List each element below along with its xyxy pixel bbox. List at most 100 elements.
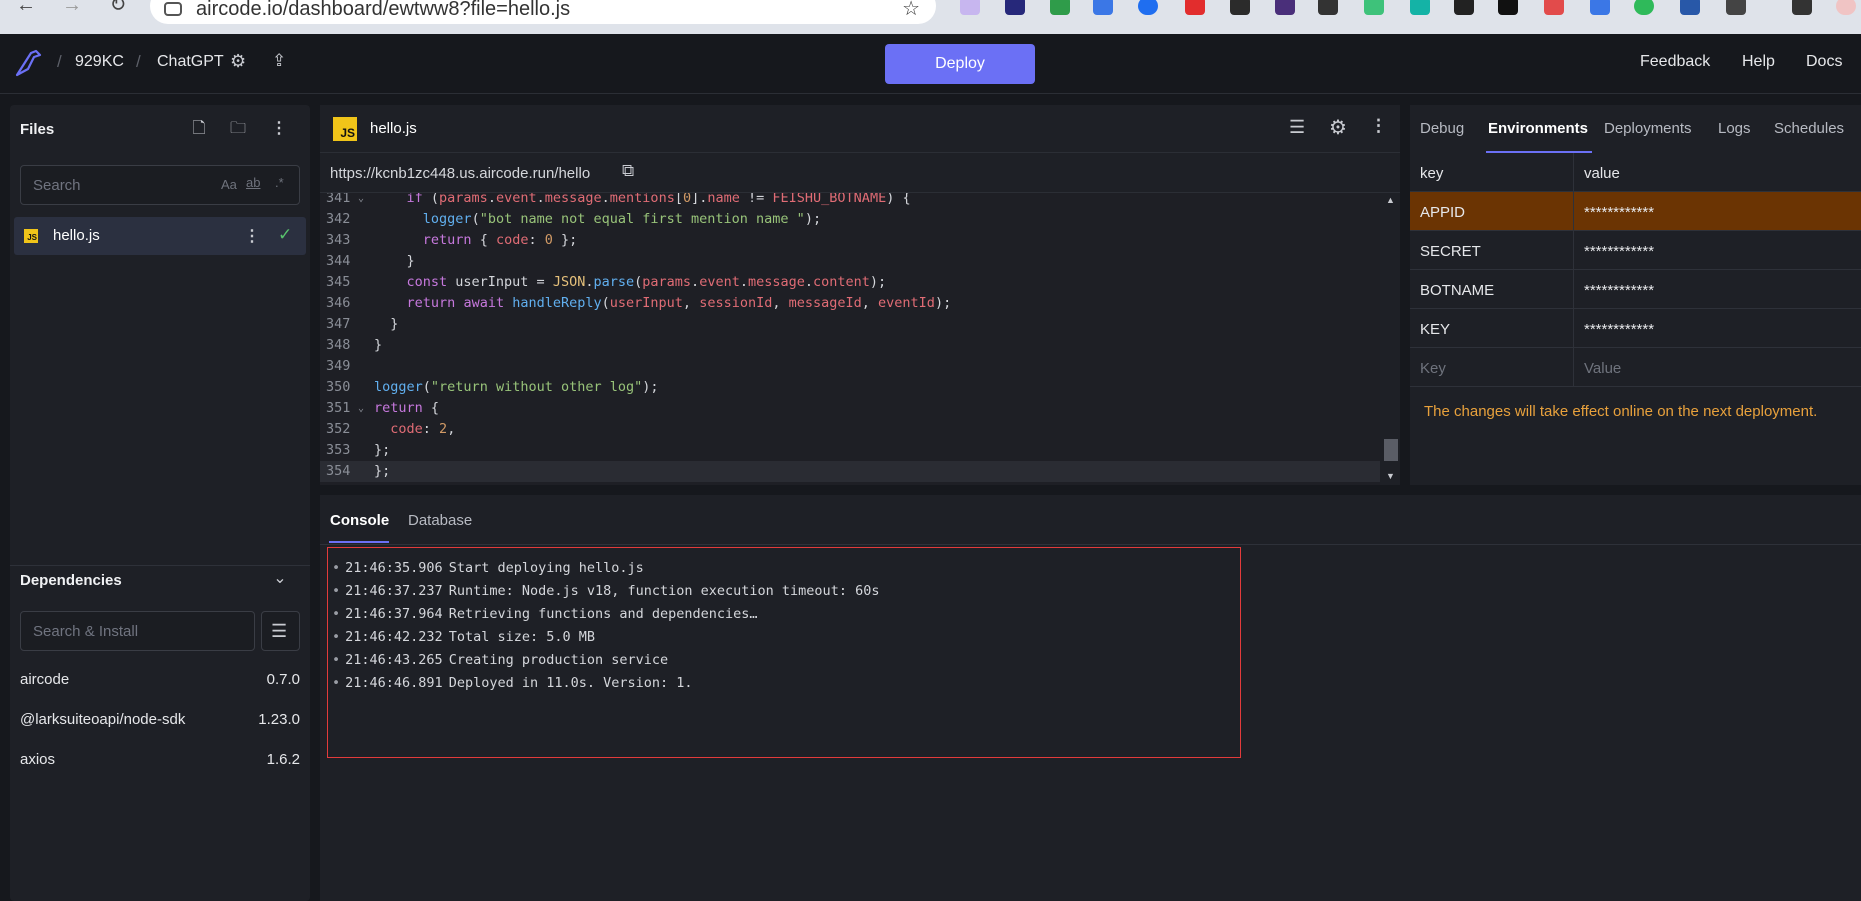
table-row[interactable]: BOTNAME ************ <box>1410 270 1861 309</box>
extension-globe-icon[interactable] <box>1050 0 1070 15</box>
editor-more-icon[interactable]: ⋮ <box>1370 116 1387 136</box>
new-value-input[interactable]: Value <box>1584 360 1621 377</box>
tab-environments[interactable]: Environments <box>1488 120 1588 137</box>
tab-schedules[interactable]: Schedules <box>1774 120 1844 137</box>
package-list-button[interactable]: ☰ <box>261 611 300 651</box>
code-line[interactable]: 351 ⌄ return { <box>320 398 1380 419</box>
extension-vue-icon[interactable] <box>1364 0 1384 15</box>
env-value[interactable]: ************ <box>1584 243 1654 260</box>
extension-glasses-icon[interactable] <box>1318 0 1338 15</box>
collapse-chevron-down-icon[interactable]: ⌄ <box>268 567 292 591</box>
extension-check-icon[interactable] <box>1634 0 1654 15</box>
extension-face-icon[interactable] <box>1005 0 1025 15</box>
tab-debug[interactable]: Debug <box>1420 120 1464 137</box>
file-item-hello-js[interactable]: JS hello.js ⋮ ✓ <box>14 217 306 255</box>
extension-translate-icon[interactable] <box>1093 0 1113 15</box>
code-line[interactable]: 345 const userInput = JSON.parse(params.… <box>320 272 1380 293</box>
extension-notion-icon[interactable] <box>1498 0 1518 15</box>
file-more-icon[interactable]: ⋮ <box>244 226 260 246</box>
tab-logs[interactable]: Logs <box>1718 120 1751 137</box>
editor-settings-gear-icon[interactable]: ⚙ <box>1329 115 1347 140</box>
forward-arrow-icon[interactable]: → <box>60 0 84 18</box>
tab-deployments[interactable]: Deployments <box>1604 120 1692 137</box>
code-line[interactable]: 347 } <box>320 314 1380 335</box>
code-line[interactable]: 354}; <box>320 461 1380 482</box>
code-line[interactable]: 350 logger("return without other log"); <box>320 377 1380 398</box>
scroll-thumb[interactable] <box>1384 439 1398 461</box>
code-line[interactable]: 346 return await handleReply(userInput, … <box>320 293 1380 314</box>
dependency-item[interactable]: axios 1.6.2 <box>20 751 300 768</box>
profile-avatar-icon[interactable] <box>1836 0 1856 15</box>
code-line[interactable]: 352 code: 2, <box>320 419 1380 440</box>
new-key-input[interactable]: Key <box>1420 360 1446 377</box>
env-key[interactable]: APPID <box>1420 204 1465 221</box>
more-options-icon[interactable]: ⋮ <box>267 117 291 141</box>
project-name[interactable]: ChatGPT <box>157 53 224 71</box>
env-value[interactable]: ************ <box>1584 282 1654 299</box>
dependency-search-input[interactable] <box>21 612 254 650</box>
tab-console[interactable]: Console <box>330 512 389 529</box>
code-line[interactable]: 348} <box>320 335 1380 356</box>
format-code-icon[interactable]: ☰ <box>1289 117 1305 138</box>
back-arrow-icon[interactable]: ← <box>14 0 38 18</box>
feedback-link[interactable]: Feedback <box>1640 53 1710 71</box>
endpoint-url[interactable]: https://kcnb1zc448.us.aircode.run/hello <box>330 165 590 182</box>
new-file-icon[interactable]: 🗋 <box>187 117 211 141</box>
extension-shield-icon[interactable] <box>1185 0 1205 15</box>
match-case-toggle[interactable]: Aa <box>221 177 237 192</box>
file-search-box[interactable]: Aa ab .* <box>20 165 300 205</box>
extension-reader-icon[interactable] <box>960 0 980 15</box>
env-value[interactable]: ************ <box>1584 204 1654 221</box>
dependency-item[interactable]: aircode 0.7.0 <box>20 671 300 688</box>
bookmark-star-icon[interactable]: ☆ <box>902 0 920 21</box>
extension-terminal-icon[interactable] <box>1230 0 1250 15</box>
code-line[interactable]: 344 } <box>320 251 1380 272</box>
aircode-logo-icon[interactable] <box>14 47 46 79</box>
env-key[interactable]: SECRET <box>1420 243 1481 260</box>
regex-toggle[interactable]: .* <box>275 175 284 190</box>
scroll-up-arrow-icon[interactable]: ▲ <box>1386 195 1395 205</box>
site-settings-icon[interactable] <box>164 2 182 16</box>
table-row[interactable]: APPID ************ <box>1410 192 1861 231</box>
new-folder-icon[interactable]: 🗀 <box>226 117 250 141</box>
dependency-item[interactable]: @larksuiteoapi/node-sdk 1.23.0 <box>20 711 300 728</box>
extension-n-icon[interactable] <box>1680 0 1700 15</box>
code-text: code: 2, <box>390 421 456 437</box>
match-word-toggle[interactable]: ab <box>246 175 260 190</box>
extensions-puzzle-icon[interactable] <box>1726 0 1746 15</box>
code-editor[interactable]: 341 ⌄ if (params.event.message.mentions[0… <box>320 193 1380 485</box>
tab-database[interactable]: Database <box>408 512 472 529</box>
code-line[interactable]: 341 ⌄ if (params.event.message.mentions[0… <box>320 193 1380 209</box>
fold-chevron-icon[interactable]: ⌄ <box>358 398 364 419</box>
scroll-down-arrow-icon[interactable]: ▼ <box>1386 471 1395 481</box>
project-settings-gear-icon[interactable]: ⚙ <box>230 51 246 72</box>
address-bar[interactable]: aircode.io/dashboard/ewtww8?file=hello.j… <box>150 0 936 24</box>
help-link[interactable]: Help <box>1742 53 1775 71</box>
docs-link[interactable]: Docs <box>1806 53 1842 71</box>
deploy-button[interactable]: Deploy <box>885 44 1035 84</box>
extension-c-icon[interactable] <box>1138 0 1158 15</box>
share-icon[interactable]: ⇪ <box>272 51 286 71</box>
env-key[interactable]: BOTNAME <box>1420 282 1494 299</box>
code-line[interactable]: 342 logger("bot name not equal first men… <box>320 209 1380 230</box>
extension-pen-icon[interactable] <box>1454 0 1474 15</box>
extension-ia-icon[interactable] <box>1275 0 1295 15</box>
table-row[interactable]: SECRET ************ <box>1410 231 1861 270</box>
table-row[interactable]: KEY ************ <box>1410 309 1861 348</box>
reload-icon[interactable]: ↻ <box>106 0 130 18</box>
copy-url-icon[interactable]: ⧉ <box>622 161 634 181</box>
extension-badge-icon[interactable] <box>1590 0 1610 15</box>
code-line[interactable]: 349 <box>320 356 1380 377</box>
code-line[interactable]: 353}; <box>320 440 1380 461</box>
extension-bird-icon[interactable] <box>1410 0 1430 15</box>
env-value[interactable]: ************ <box>1584 321 1654 338</box>
team-name[interactable]: 929KC <box>75 53 124 71</box>
new-env-row[interactable]: Key Value <box>1410 348 1861 387</box>
env-key[interactable]: KEY <box>1420 321 1450 338</box>
code-line[interactable]: 343 return { code: 0 }; <box>320 230 1380 251</box>
extension-note-icon[interactable] <box>1544 0 1564 15</box>
side-panel-icon[interactable] <box>1792 0 1812 15</box>
editor-scrollbar[interactable]: ▲ ▼ <box>1382 193 1400 485</box>
fold-chevron-icon[interactable]: ⌄ <box>358 193 364 209</box>
dependency-search-box[interactable] <box>20 611 255 651</box>
